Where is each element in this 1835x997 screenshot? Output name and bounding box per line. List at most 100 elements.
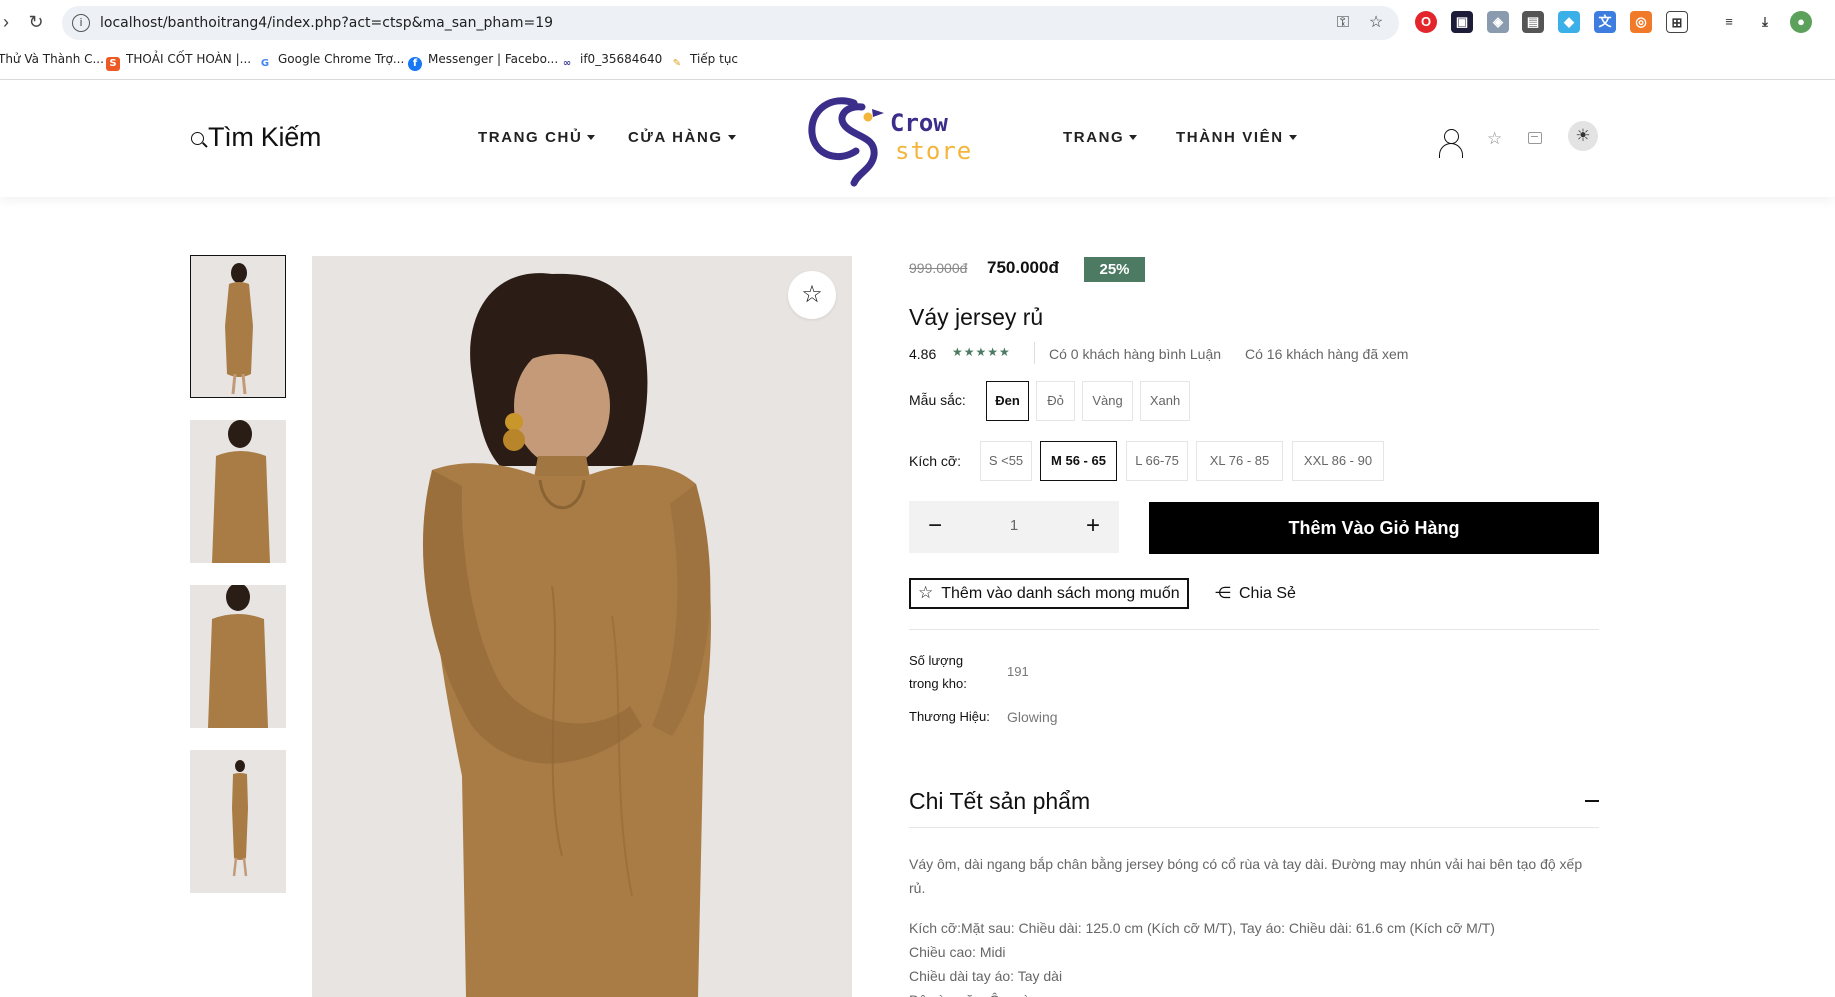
thumbnail-image	[190, 420, 286, 563]
share-icon: ⋲	[1215, 583, 1231, 602]
size-option-m[interactable]: M 56 - 65	[1040, 441, 1117, 481]
nav-home[interactable]: TRANG CHỦ	[478, 129, 596, 146]
forward-icon[interactable]: ›	[0, 10, 18, 34]
reading-list-icon[interactable]: ≡	[1718, 11, 1740, 33]
nav-shop[interactable]: CỬA HÀNG	[628, 129, 736, 146]
size-label: Kích cỡ:	[909, 453, 961, 469]
color-option-blue[interactable]: Xanh	[1140, 381, 1190, 421]
product-thumbnail-2[interactable]	[190, 420, 286, 563]
product-thumbnail-4[interactable]	[190, 750, 286, 893]
detail-line: Chiều cao: Midi	[909, 944, 1006, 960]
bookmark-item[interactable]: ✎ Tiếp tục	[670, 52, 738, 71]
increase-quantity-button[interactable]: +	[1083, 510, 1103, 542]
product-description: Váy ôm, dài ngang bắp chân bằng jersey b…	[909, 856, 1583, 896]
stock-label: Số lượng trong kho:	[909, 649, 967, 695]
facebook-icon: f	[408, 57, 422, 71]
caret-down-icon	[1129, 135, 1138, 140]
nav-members[interactable]: THÀNH VIÊN	[1176, 129, 1297, 146]
bookmark-item[interactable]: G Google Chrome Trợ...	[258, 52, 404, 71]
extension-icon[interactable]: ▣	[1451, 11, 1473, 33]
search-button[interactable]: Tìm Kiếm	[190, 122, 321, 153]
view-count: Có 16 khách hàng đã xem	[1245, 346, 1409, 362]
section-divider	[909, 827, 1599, 828]
address-bar[interactable]: i localhost/banthoitrang4/index.php?act=…	[62, 6, 1399, 40]
bookmark-item[interactable]: Thử Và Thành C...	[0, 52, 104, 66]
caret-down-icon	[587, 135, 596, 140]
search-icon	[190, 131, 208, 149]
detail-line: Độ vừa vặn: Ôm vừa	[909, 988, 1599, 997]
bookmark-star-icon[interactable]: ☆	[1365, 12, 1387, 34]
color-option-yellow[interactable]: Vàng	[1082, 381, 1133, 421]
share-button[interactable]: ⋲ Chia Sẻ	[1215, 583, 1296, 603]
wishlist-star-icon[interactable]: ☆	[1487, 129, 1502, 149]
bookmark-item[interactable]: f Messenger | Facebo...	[408, 52, 558, 71]
product-details-heading[interactable]: Chi Tết sản phẩm	[909, 788, 1090, 815]
google-icon: G	[258, 57, 272, 71]
detail-line: Chiều dài tay áo: Tay dài	[909, 968, 1063, 984]
download-icon[interactable]: ⤓	[1754, 11, 1776, 33]
caret-down-icon	[727, 135, 736, 140]
size-option-l[interactable]: L 66-75	[1126, 441, 1188, 481]
pencil-icon: ✎	[670, 57, 684, 71]
reload-icon[interactable]: ↻	[24, 10, 48, 34]
logo-text-crow: Crow	[890, 109, 948, 137]
thumbnail-image	[190, 750, 286, 893]
translate-extension-icon[interactable]: 文	[1594, 11, 1616, 33]
detail-line: Kích cỡ:Mặt sau: Chiều dài: 125.0 cm (Kí…	[909, 920, 1495, 936]
brand-value: Glowing	[1007, 709, 1058, 725]
cart-icon[interactable]	[1528, 132, 1542, 144]
password-key-icon[interactable]: ⚿	[1332, 12, 1354, 34]
favorite-star-button[interactable]: ☆	[788, 271, 836, 319]
comment-count: Có 0 khách hàng bình Luận	[1049, 346, 1222, 362]
product-thumbnail-3[interactable]	[190, 585, 286, 728]
opera-extension-icon[interactable]: O	[1415, 11, 1437, 33]
quantity-stepper: − 1 +	[909, 501, 1119, 553]
rating-value: 4.86	[909, 346, 937, 362]
collapse-minus-icon[interactable]	[1585, 800, 1599, 802]
browser-toolbar: › ↻ i localhost/banthoitrang4/index.php?…	[0, 0, 1835, 44]
quantity-input[interactable]: 1	[984, 517, 1044, 534]
add-to-wishlist-button[interactable]: ☆ Thêm vào danh sách mong muốn	[909, 578, 1189, 609]
star-outline-icon: ☆	[801, 280, 823, 308]
sale-price: 750.000đ	[987, 258, 1059, 277]
meta-divider	[1034, 342, 1035, 364]
nav-pages[interactable]: TRANG	[1063, 129, 1138, 146]
store-logo[interactable]: Crow store	[802, 87, 992, 191]
brand-label: Thương Hiệu:	[909, 709, 990, 724]
color-option-red[interactable]: Đỏ	[1036, 381, 1075, 421]
thumbnail-image	[191, 256, 285, 397]
crow-logo-mark	[808, 97, 884, 187]
site-info-icon[interactable]: i	[72, 14, 90, 32]
bookmark-item[interactable]: S THOẢI CỐT HOÀN |...	[106, 52, 251, 71]
profile-avatar-icon[interactable]: ●	[1790, 11, 1812, 33]
color-label: Mẫu sắc:	[909, 392, 966, 408]
extension-icon[interactable]: ◎	[1630, 11, 1652, 33]
extension-icon[interactable]: ▤	[1522, 11, 1544, 33]
caret-down-icon	[1288, 135, 1297, 140]
user-account-icon[interactable]	[1438, 128, 1464, 158]
color-option-black[interactable]: Đen	[986, 381, 1029, 421]
size-option-xl[interactable]: XL 76 - 85	[1196, 441, 1283, 481]
stock-label-line-1: Số lượng	[909, 653, 964, 668]
shield-extension-icon[interactable]: ◈	[1487, 11, 1509, 33]
add-to-cart-button[interactable]: Thêm Vào Giỏ Hàng	[1149, 502, 1599, 554]
decrease-quantity-button[interactable]: −	[925, 510, 945, 542]
product-thumbnail-1[interactable]	[190, 255, 286, 398]
stock-label-line-2: trong kho:	[909, 676, 967, 691]
url-text: localhost/banthoitrang4/index.php?act=ct…	[100, 15, 554, 31]
share-label: Chia Sẻ	[1239, 585, 1296, 602]
section-divider	[909, 629, 1599, 630]
bookmark-item[interactable]: ∞ if0_35684640	[560, 52, 662, 71]
old-price: 999.000đ	[909, 260, 968, 276]
extension-icon[interactable]: ◆	[1558, 11, 1580, 33]
product-title: Váy jersey rủ	[909, 304, 1044, 330]
theme-toggle-sun-icon[interactable]: ☀	[1568, 121, 1598, 151]
size-option-xxl[interactable]: XXL 86 - 90	[1292, 441, 1384, 481]
discount-badge: 25%	[1084, 257, 1145, 282]
size-option-s[interactable]: S <55	[980, 441, 1032, 481]
extensions-puzzle-icon[interactable]: ⊞	[1666, 11, 1688, 33]
search-label: Tìm Kiếm	[208, 122, 322, 152]
product-main-image[interactable]	[312, 256, 852, 997]
shopee-icon: S	[106, 57, 120, 71]
wishlist-label: Thêm vào danh sách mong muốn	[941, 585, 1180, 602]
